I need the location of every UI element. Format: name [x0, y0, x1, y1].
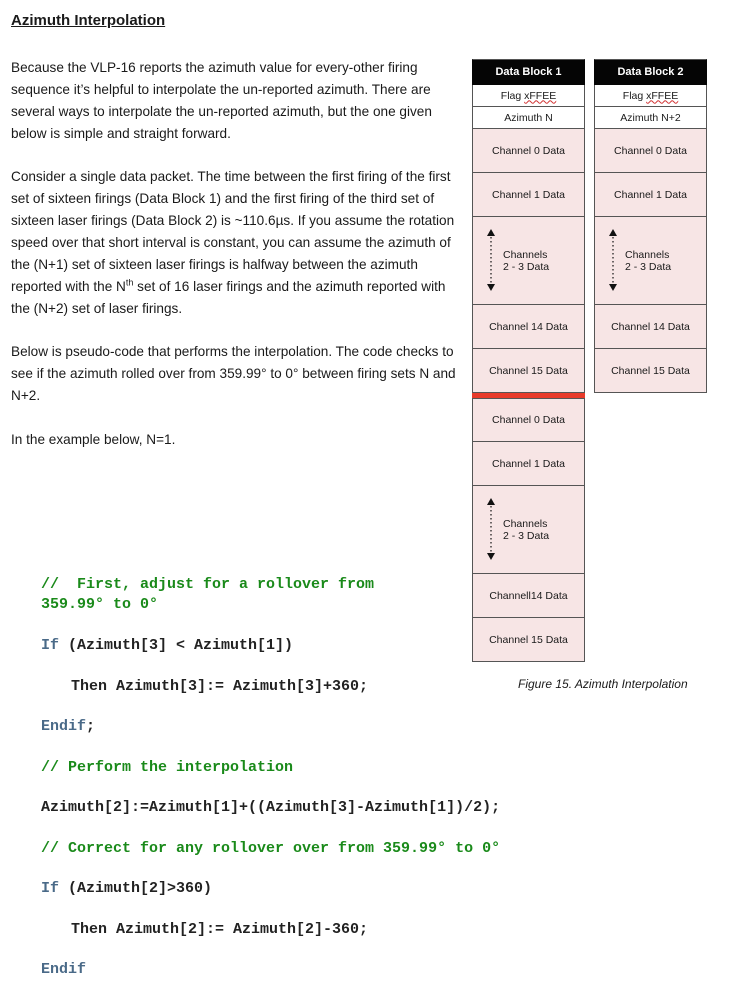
double-arrow-icon — [487, 229, 495, 291]
pseudocode-paragraph: Below is pseudo-code that performs the i… — [11, 344, 456, 403]
data-block-2-column: Data Block 2 Flag xFFEE Azimuth N+2 Chan… — [594, 59, 707, 393]
data-block-2-header: Data Block 2 — [594, 59, 707, 85]
timing-text-a: Consider a single data packet. The time … — [11, 169, 455, 294]
flag-value: xFFEE — [646, 89, 679, 102]
figure-caption: Figure 15. Azimuth Interpolation — [518, 677, 688, 691]
next-block-channel-1: Channel 1 Data — [472, 442, 585, 486]
flag-label: Flag — [622, 89, 647, 102]
code-then-line-2: Then Azimuth[2]:= Azimuth[2]-360; — [71, 921, 369, 938]
code-comment-rollover: // First, adjust for a rollover from 359… — [41, 576, 375, 613]
next-block-channel-14: Channell14 Data — [472, 574, 585, 618]
next-block-channels-2-3: Channels 2 - 3 Data — [472, 486, 585, 574]
code-semicolon: ; — [86, 718, 96, 735]
double-arrow-icon — [609, 229, 617, 291]
double-arrow-icon — [487, 498, 495, 560]
channels-label: Channels 2 - 3 Data — [503, 248, 550, 273]
data-block-1-header: Data Block 1 — [472, 59, 585, 85]
block-1-channels-2-3: Channels 2 - 3 Data — [472, 217, 585, 305]
block-2-channels-2-3: Channels 2 - 3 Data — [594, 217, 707, 305]
code-keyword-endif: Endif — [41, 718, 87, 735]
block-1-channel-1: Channel 1 Data — [472, 173, 585, 217]
next-block-channel-15: Channel 15 Data — [472, 618, 585, 662]
flag-label: Flag — [500, 89, 525, 102]
data-block-2-azimuth: Azimuth N+2 — [594, 107, 707, 129]
flag-value: xFFEE — [524, 89, 557, 102]
next-block-channel-0: Channel 0 Data — [472, 398, 585, 442]
code-keyword-if: If — [41, 637, 60, 654]
block-1-channel-0: Channel 0 Data — [472, 129, 585, 173]
block-2-channel-0: Channel 0 Data — [594, 129, 707, 173]
channels-label: Channels 2 - 3 Data — [503, 517, 550, 542]
block-2-channel-1: Channel 1 Data — [594, 173, 707, 217]
channels-label: Channels 2 - 3 Data — [625, 248, 672, 273]
code-keyword-if: If — [41, 880, 60, 897]
code-endif-line-2: Endif — [41, 961, 87, 978]
code-if-line-1: If (Azimuth[3] < Azimuth[1]) — [41, 636, 293, 656]
section-title: Azimuth Interpolation — [11, 12, 166, 29]
code-then-line-1: Then Azimuth[3]:= Azimuth[3]+360; — [71, 678, 369, 695]
block-2-channel-15: Channel 15 Data — [594, 349, 707, 393]
code-comment-interpolation: // Perform the interpolation — [41, 759, 294, 776]
block-1-channel-14: Channel 14 Data — [472, 305, 585, 349]
block-2-channel-14: Channel 14 Data — [594, 305, 707, 349]
block-1-channel-15: Channel 15 Data — [472, 349, 585, 393]
data-block-2-flag: Flag xFFEE — [594, 85, 707, 107]
data-block-1-flag: Flag xFFEE — [472, 85, 585, 107]
code-if-line-2: If (Azimuth[2]>360) — [41, 879, 212, 899]
example-note: In the example below, N=1. — [11, 432, 176, 447]
intro-paragraph: Because the VLP-16 reports the azimuth v… — [11, 60, 432, 141]
code-condition: (Azimuth[3] < Azimuth[1]) — [59, 637, 294, 654]
data-block-1-column: Data Block 1 Flag xFFEE Azimuth N Channe… — [472, 59, 585, 662]
code-interpolation-line: Azimuth[2]:=Azimuth[1]+((Azimuth[3]-Azim… — [41, 799, 501, 816]
data-block-1-azimuth: Azimuth N — [472, 107, 585, 129]
timing-paragraph: Consider a single data packet. The time … — [11, 166, 461, 320]
code-endif-line-1: Endif; — [41, 717, 95, 737]
code-condition: (Azimuth[2]>360) — [59, 880, 213, 897]
code-comment-correct: // Correct for any rollover over from 35… — [41, 840, 501, 857]
